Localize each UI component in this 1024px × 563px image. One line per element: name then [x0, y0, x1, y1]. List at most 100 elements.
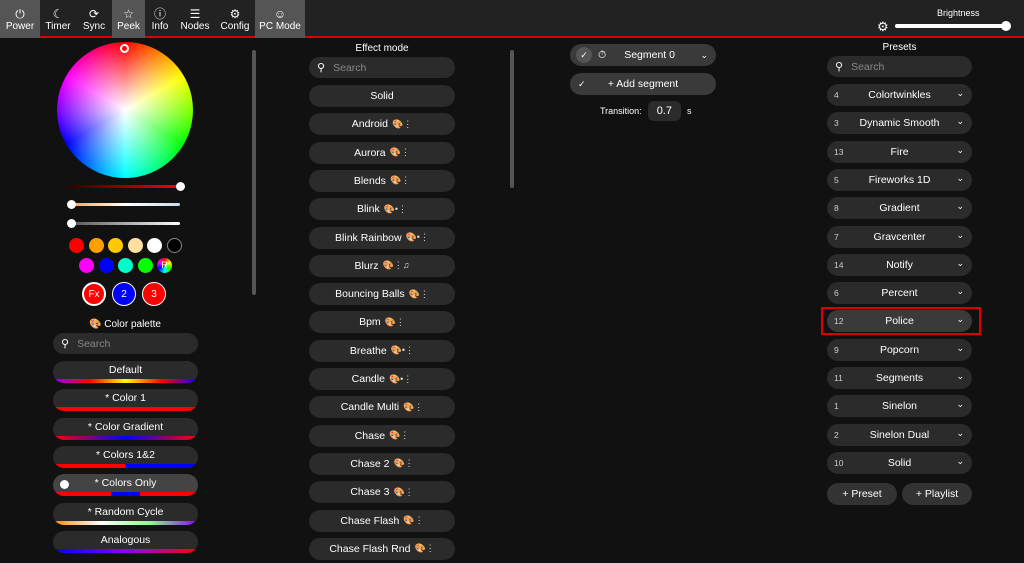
slider-knob[interactable] [1001, 21, 1011, 31]
quick-color-swatch[interactable] [147, 238, 162, 253]
effect-item[interactable]: Bouncing Balls 🎨⋮ [309, 283, 455, 306]
effect-item[interactable]: Breathe 🎨•⋮ [309, 339, 455, 362]
slider-knob[interactable] [67, 200, 76, 209]
preset-item[interactable]: 11 Segments ⌄ [827, 367, 972, 389]
kelvin-slider[interactable] [67, 200, 180, 209]
chevron-down-icon[interactable]: ⌄ [956, 145, 964, 156]
quick-color-swatch[interactable] [69, 238, 84, 253]
preset-item[interactable]: 12 Police ⌄ [827, 310, 972, 333]
tab-nodes[interactable]: ☰ Nodes [175, 0, 215, 38]
preset-item[interactable]: 3 Dynamic Smooth ⌄ [827, 112, 972, 135]
chevron-down-icon[interactable]: ⌄ [956, 314, 964, 325]
preset-item[interactable]: 10 Solid ⌄ [827, 451, 972, 474]
effect-search-input[interactable]: ⚲ Search [309, 57, 455, 78]
chevron-down-icon[interactable]: ⌄ [956, 371, 964, 382]
chevron-down-icon[interactable]: ⌄ [956, 399, 964, 410]
effect-flags-icon: 🎨⋮ [389, 430, 410, 441]
tab-peek[interactable]: ☆ Peek [112, 0, 145, 38]
color-wheel-picker[interactable] [120, 44, 129, 53]
chevron-down-icon[interactable]: ⌄ [956, 258, 964, 269]
color-palette-title: 🎨 Color palette [89, 319, 161, 330]
palette-item[interactable]: * Colors 1&2 [53, 445, 198, 468]
colors-scrollbar[interactable] [252, 50, 256, 295]
palette-item[interactable]: * Random Cycle [53, 502, 198, 525]
effect-item[interactable]: Chase Flash 🎨⋮ [309, 509, 455, 532]
chevron-down-icon[interactable]: ⌄ [956, 286, 964, 297]
chevron-down-icon[interactable]: ⌄ [956, 173, 964, 184]
chevron-down-icon[interactable]: ⌄ [956, 230, 964, 241]
preset-item[interactable]: 6 Percent ⌄ [827, 282, 972, 305]
effect-item[interactable]: Chase 3 🎨⋮ [309, 481, 455, 504]
effect-item[interactable]: Aurora 🎨⋮ [309, 141, 455, 164]
quick-color-swatch[interactable] [108, 238, 123, 253]
add-preset-button[interactable]: + Preset [827, 483, 897, 505]
chevron-down-icon[interactable]: ⌄ [956, 201, 964, 212]
add-segment-button[interactable]: ✓ + Add segment [570, 73, 716, 95]
random-color-button[interactable]: R [157, 258, 172, 273]
palette-search-input[interactable]: ⚲ Search [53, 333, 198, 354]
preset-item[interactable]: 7 Gravcenter ⌄ [827, 225, 972, 248]
color-slot-1[interactable]: Fx [82, 282, 106, 306]
palette-item[interactable]: Default [53, 361, 198, 383]
chevron-down-icon[interactable]: ⌄ [956, 116, 964, 127]
effect-item[interactable]: Chase 2 🎨⋮ [309, 452, 455, 475]
effect-item[interactable]: Candle Multi 🎨⋮ [309, 396, 455, 419]
preset-item[interactable]: 14 Notify ⌄ [827, 253, 972, 276]
quick-color-swatch[interactable] [88, 238, 104, 253]
color-slot-2[interactable]: 2 [112, 282, 136, 306]
preset-item[interactable]: 5 Fireworks 1D ⌄ [827, 168, 972, 191]
quick-color-swatch[interactable] [137, 258, 153, 273]
segment-checkbox[interactable]: ✓ [576, 47, 592, 63]
white-slider[interactable] [67, 219, 180, 228]
quick-color-swatch[interactable] [98, 258, 114, 273]
brightness-settings-icon[interactable]: ⚙ [877, 19, 889, 35]
effect-item[interactable]: Android 🎨⋮ [309, 113, 455, 136]
preset-item[interactable]: 1 Sinelon ⌄ [827, 395, 972, 418]
chevron-down-icon[interactable]: ⌄ [700, 50, 708, 61]
quick-color-swatch[interactable] [79, 258, 94, 273]
tab-timer[interactable]: ☾ Timer [40, 0, 76, 38]
tab-power[interactable]: ⏻ Power [0, 0, 40, 38]
quick-color-swatch[interactable] [127, 238, 143, 253]
tab-pc-mode[interactable]: ☺ PC Mode [255, 0, 305, 38]
preset-item[interactable]: 13 Fire ⌄ [827, 140, 972, 163]
chevron-down-icon[interactable]: ⌄ [956, 343, 964, 354]
color-wheel[interactable] [57, 42, 193, 178]
preset-item[interactable]: 9 Popcorn ⌄ [827, 338, 972, 361]
segment-0[interactable]: ✓ ⏱ Segment 0 ⌄ [570, 44, 716, 66]
palette-item[interactable]: * Color 1 [53, 389, 198, 412]
effect-item[interactable]: Blink Rainbow 🎨•⋮ [309, 226, 455, 249]
tab-info[interactable]: ⓘ Info [145, 0, 175, 38]
color-slot-3[interactable]: 3 [142, 282, 166, 306]
preset-search-input[interactable]: ⚲ Search [827, 56, 972, 77]
tab-config[interactable]: ⚙ Config [215, 0, 255, 38]
quick-color-swatch[interactable] [166, 238, 182, 253]
effect-item[interactable]: Solid [309, 85, 455, 107]
effect-item[interactable]: Bpm 🎨⋮ [309, 311, 455, 334]
palette-item[interactable]: * Colors Only [53, 474, 198, 497]
effect-item[interactable]: Blink 🎨•⋮ [309, 198, 455, 221]
palette-item[interactable]: Analogous [53, 530, 198, 553]
effects-scrollbar[interactable] [510, 50, 514, 188]
palette-item[interactable]: * Color Gradient [53, 417, 198, 440]
chevron-down-icon[interactable]: ⌄ [956, 456, 964, 467]
brightness-slider[interactable] [895, 21, 1011, 31]
effect-item[interactable]: Blends 🎨⋮ [309, 169, 455, 192]
slider-knob[interactable] [67, 219, 76, 228]
effect-item[interactable]: Blurz 🎨⋮♫ [309, 254, 455, 277]
preset-item[interactable]: 4 Colortwinkles ⌄ [827, 84, 972, 106]
quick-color-swatch[interactable] [118, 258, 133, 273]
add-playlist-button[interactable]: + Playlist [902, 483, 972, 505]
effect-item[interactable]: Chase Flash Rnd 🎨⋮ [309, 537, 455, 560]
chevron-down-icon[interactable]: ⌄ [956, 88, 964, 99]
effect-item[interactable]: Chase 🎨⋮ [309, 424, 455, 447]
slider-knob[interactable] [176, 182, 185, 191]
preset-item[interactable]: 8 Gradient ⌄ [827, 197, 972, 220]
transition-input[interactable]: 0.7 [647, 101, 681, 121]
effect-item[interactable]: Candle 🎨•⋮ [309, 368, 455, 390]
value-slider[interactable] [70, 182, 185, 191]
preset-item[interactable]: 2 Sinelon Dual ⌄ [827, 423, 972, 446]
tab-sync[interactable]: ⟳ Sync [76, 0, 112, 38]
chevron-down-icon[interactable]: ⌄ [956, 428, 964, 439]
sync-icon: ⟳ [88, 6, 100, 21]
